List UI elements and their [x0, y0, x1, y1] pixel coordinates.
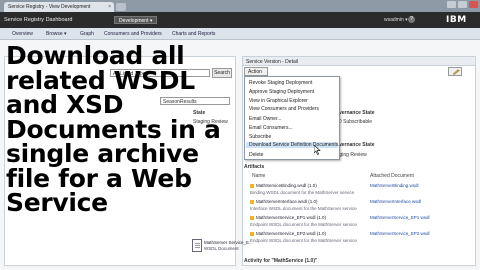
tutorial-caption: Download all related WSDL and XSD Docume… — [6, 41, 242, 217]
artifact-name-text[interactable]: MathServiceBinding.wsdl (1.0) — [256, 183, 317, 188]
nav-overview[interactable]: Overview — [12, 31, 33, 37]
menu-item-consumers-providers[interactable]: View Consumers and Providers — [249, 106, 319, 112]
artifact-description: Endpoint WSDL document for the MathServe… — [250, 238, 357, 243]
caption-line: single archive — [6, 139, 199, 168]
activity-section-title[interactable]: Activity for "MathService (1.0)" — [244, 258, 317, 264]
new-tab-button[interactable] — [116, 3, 126, 11]
artifact-description: Interface WSDL document for the MathServ… — [250, 206, 357, 211]
pencil-icon — [452, 69, 460, 75]
artifact-name-text[interactable]: MathServerInterface.wsdl (1.0) — [256, 199, 318, 204]
artifact-name-text[interactable]: MathServerService_EP1.wsdl (1.0) — [256, 215, 326, 220]
nav-charts-reports[interactable]: Charts and Reports — [172, 31, 215, 37]
artifacts-column-attached[interactable]: Attached Document — [370, 173, 414, 179]
menu-item-delete[interactable]: Delete — [249, 152, 263, 158]
document-icon — [192, 239, 202, 252]
menu-item-approve-staging[interactable]: Approve Staging Deployment — [249, 89, 314, 95]
action-menu-button[interactable]: Action ▾ — [244, 67, 268, 81]
artifact-description: Endpoint WSDL document for the MathServe… — [250, 222, 357, 227]
maximize-icon[interactable] — [458, 1, 467, 8]
menu-item-email-consumers[interactable]: Email Consumers... — [249, 125, 293, 131]
menu-item-download-definitions[interactable]: Download Service Definition Documents... — [246, 142, 342, 148]
menu-item-graphical-explorer[interactable]: View in Graphical Explorer — [249, 98, 308, 104]
artifacts-section-title[interactable]: Artifacts — [244, 164, 264, 170]
panel-title: Service Version - Detail — [246, 59, 298, 65]
document-title[interactable]: MathServer Service_E... — [204, 240, 253, 245]
browser-tab-title: Service Registry - View Development — [8, 4, 91, 10]
nav-consumers-providers[interactable]: Consumers and Providers — [104, 31, 162, 37]
mouse-cursor-icon — [314, 145, 321, 155]
wsdl-file-icon — [250, 215, 254, 220]
artifact-name[interactable]: MathServerService_EP2.wsdl (1.0) — [250, 231, 326, 236]
app-title: Service Registry Dashboard — [4, 17, 73, 23]
menu-item-revoke-staging[interactable]: Revoke Staging Deployment — [249, 80, 312, 86]
panel-header: Service Version - Detail — [243, 57, 475, 66]
browser-tab[interactable]: Service Registry - View Development × — [4, 2, 114, 12]
attached-document-link[interactable]: MathServerInterface.wsdl — [370, 199, 421, 204]
user-menu[interactable]: wsadmin ▾ — [384, 17, 408, 23]
nav-browse[interactable]: Browse ▾ — [46, 31, 67, 37]
caption-line: Service — [6, 188, 108, 217]
wsdl-file-icon — [250, 183, 254, 188]
menu-item-subscribe[interactable]: Subscribe — [249, 134, 271, 140]
action-dropdown-menu: Revoke Staging Deployment Approve Stagin… — [244, 76, 342, 160]
artifact-description: Binding WSDL document for the MathServer… — [250, 190, 355, 195]
wsdl-file-icon — [250, 199, 254, 204]
caption-line: and XSD — [6, 90, 124, 119]
brand-logo: IBM — [446, 15, 467, 25]
wsdl-file-icon — [250, 231, 254, 236]
artifact-name[interactable]: MathServerService_EP1.wsdl (1.0) — [250, 215, 326, 220]
close-tab-icon[interactable]: × — [108, 4, 111, 10]
environment-select[interactable]: Development ▾ — [114, 16, 158, 24]
attached-document-link[interactable]: MathServerBinding.wsdl — [370, 183, 419, 188]
document-type: WSDL Document — [204, 246, 239, 251]
artifact-name[interactable]: MathServerInterface.wsdl (1.0) — [250, 199, 318, 204]
caption-line: Download all — [6, 41, 185, 70]
artifacts-column-name[interactable]: Name — [252, 173, 265, 179]
app-header: Service Registry Dashboard Development ▾… — [0, 12, 480, 28]
artifact-name[interactable]: MathServiceBinding.wsdl (1.0) — [250, 183, 317, 188]
attached-document-link[interactable]: MathServerService_EP1.wsdl — [370, 215, 430, 220]
menu-item-email-owner[interactable]: Email Owner... — [249, 116, 282, 122]
main-nav: Overview Browse ▾ Graph Consumers and Pr… — [0, 28, 480, 40]
edit-button[interactable] — [448, 67, 462, 76]
artifact-name-text[interactable]: MathServerService_EP2.wsdl (1.0) — [256, 231, 326, 236]
nav-graph[interactable]: Graph — [80, 31, 94, 37]
close-window-icon[interactable] — [469, 1, 478, 8]
help-icon[interactable]: ? — [408, 16, 415, 23]
window-controls — [447, 1, 478, 8]
browser-tab-strip: Service Registry - View Development × — [0, 0, 480, 12]
attached-document-link[interactable]: MathServerService_EP2.wsdl — [370, 231, 430, 236]
wsdl-document-card[interactable]: MathServer Service_E... WSDL Document — [190, 236, 253, 264]
minimize-icon[interactable] — [447, 1, 456, 8]
